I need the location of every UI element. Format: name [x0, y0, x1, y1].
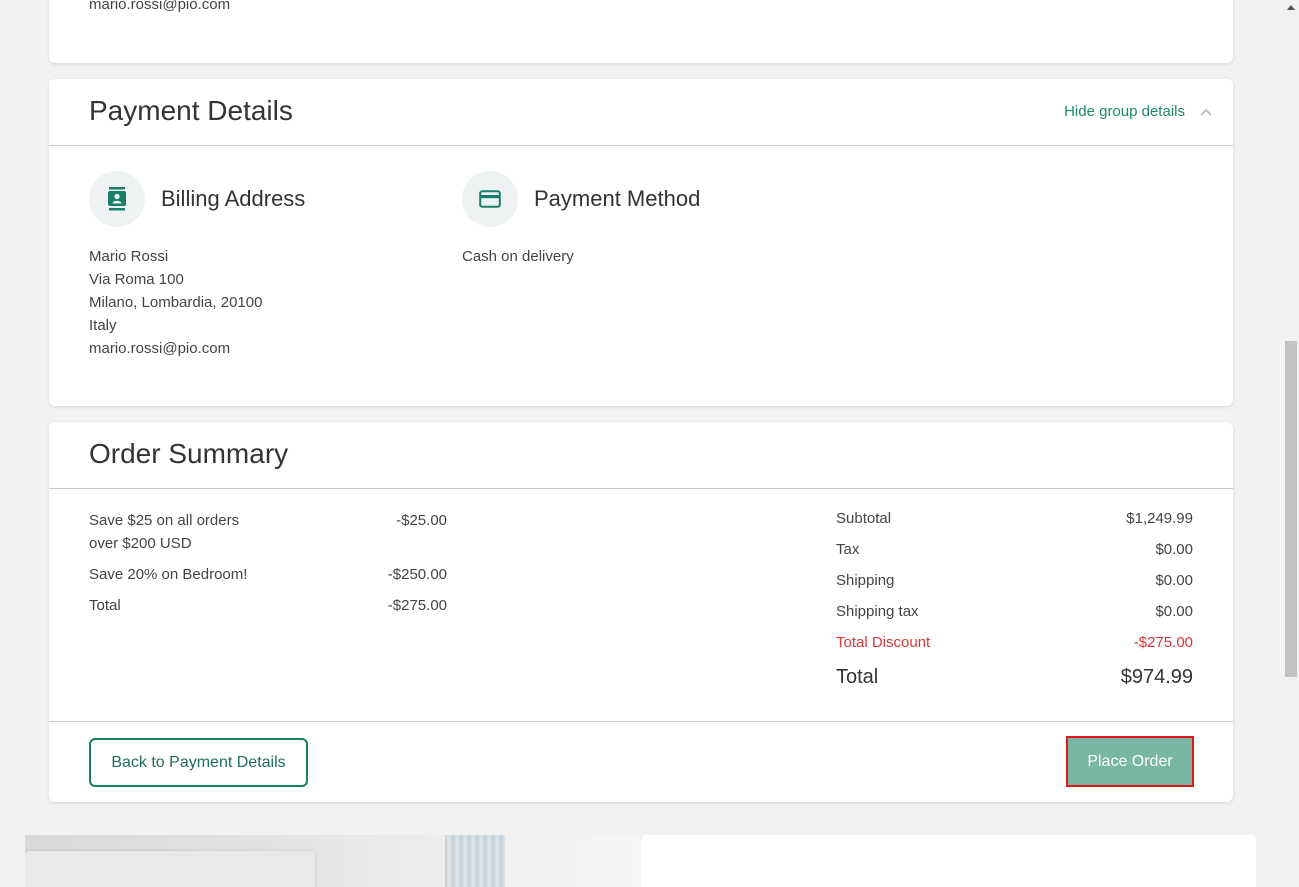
- payment-method-section: Payment Method Cash on delivery: [462, 171, 700, 268]
- billing-line: Via Roma 100: [89, 271, 184, 288]
- credit-card-icon: [462, 171, 518, 227]
- payment-method-value: Cash on delivery: [462, 248, 574, 265]
- bottom-content-card: [641, 835, 1256, 887]
- discount-total-label: Total: [89, 597, 121, 614]
- billing-address-section: Billing Address Mario Rossi Via Roma 100…: [89, 171, 305, 360]
- hide-group-details-toggle[interactable]: Hide group details: [1064, 103, 1213, 120]
- grand-total-row: Total $974.99: [836, 667, 1193, 698]
- subtotal-value: $1,249.99: [1126, 510, 1193, 527]
- billing-address-title: Billing Address: [161, 186, 306, 211]
- contact-email: mario.rossi@pio.com: [89, 0, 231, 13]
- discount-row: Save 20% on Bedroom! -$250.00: [89, 563, 447, 586]
- billing-line: Italy: [89, 317, 117, 334]
- discount-name: Save 20% on Bedroom!: [89, 566, 248, 583]
- billing-line: Mario Rossi: [89, 248, 169, 265]
- place-order-label: Place Order: [1087, 752, 1173, 770]
- shipping-value: $0.00: [1155, 572, 1193, 589]
- summary-divider: [49, 721, 1233, 722]
- shipping-tax-row: Shipping tax $0.00: [836, 602, 1193, 633]
- scroll-up-arrow-icon[interactable]: [1287, 5, 1295, 10]
- shipping-row: Shipping $0.00: [836, 571, 1193, 602]
- billing-line: Milano, Lombardia, 20100: [89, 294, 263, 311]
- order-summary-header: Order Summary: [49, 422, 1233, 489]
- payment-details-title: Payment Details: [89, 95, 293, 126]
- discount-list: Save $25 on all orders over $200 USD -$2…: [89, 509, 447, 625]
- back-to-payment-details-button[interactable]: Back to Payment Details: [89, 738, 308, 787]
- shipping-label: Shipping: [836, 572, 895, 589]
- payment-method-title: Payment Method: [534, 186, 701, 211]
- hide-group-details-label: Hide group details: [1064, 103, 1185, 120]
- checkout-page: mario.rossi@pio.com Payment Details Hide…: [0, 0, 1299, 887]
- subtotal-label: Subtotal: [836, 510, 892, 527]
- payment-details-card: Payment Details Hide group details Billi…: [49, 79, 1233, 406]
- grand-total-value: $974.99: [1120, 666, 1193, 688]
- order-totals: Subtotal $1,249.99 Tax $0.00 Shipping $0…: [836, 509, 1193, 698]
- discount-amount: -$250.00: [387, 566, 447, 583]
- order-summary-card: Order Summary Save $25 on all orders ove…: [49, 422, 1233, 802]
- scrollbar-thumb[interactable]: [1285, 341, 1297, 677]
- discount-name: Save $25 on all orders over $200 USD: [89, 512, 240, 552]
- order-summary-title: Order Summary: [89, 438, 289, 469]
- billing-line: mario.rossi@pio.com: [89, 340, 231, 357]
- chevron-up-icon: [1199, 105, 1213, 119]
- place-order-button[interactable]: Place Order: [1066, 736, 1194, 787]
- contact-info-card: mario.rossi@pio.com: [49, 0, 1233, 63]
- tax-value: $0.00: [1155, 541, 1193, 558]
- shipping-tax-label: Shipping tax: [836, 603, 919, 620]
- discount-total-amount: -$275.00: [387, 597, 447, 614]
- payment-details-header: Payment Details Hide group details: [49, 79, 1233, 146]
- bed-headboard-graphic: [25, 851, 315, 887]
- tax-label: Tax: [836, 541, 860, 558]
- product-image: [25, 835, 640, 887]
- shipping-tax-value: $0.00: [1155, 603, 1193, 620]
- tax-row: Tax $0.00: [836, 540, 1193, 571]
- discount-total-row: Total -$275.00: [89, 594, 447, 617]
- billing-address-lines: Mario Rossi Via Roma 100 Milano, Lombard…: [89, 245, 305, 360]
- grand-total-label: Total: [836, 666, 879, 688]
- vertical-scrollbar[interactable]: [1283, 0, 1299, 887]
- curtain-graphic: [445, 835, 505, 887]
- discount-amount: -$25.00: [396, 512, 447, 529]
- subtotal-row: Subtotal $1,249.99: [836, 509, 1193, 540]
- total-discount-label: Total Discount: [836, 634, 931, 651]
- total-discount-value: -$275.00: [1133, 634, 1193, 651]
- contact-card-icon: [89, 171, 145, 227]
- discount-row: Save $25 on all orders over $200 USD -$2…: [89, 509, 447, 555]
- total-discount-row: Total Discount -$275.00: [836, 633, 1193, 664]
